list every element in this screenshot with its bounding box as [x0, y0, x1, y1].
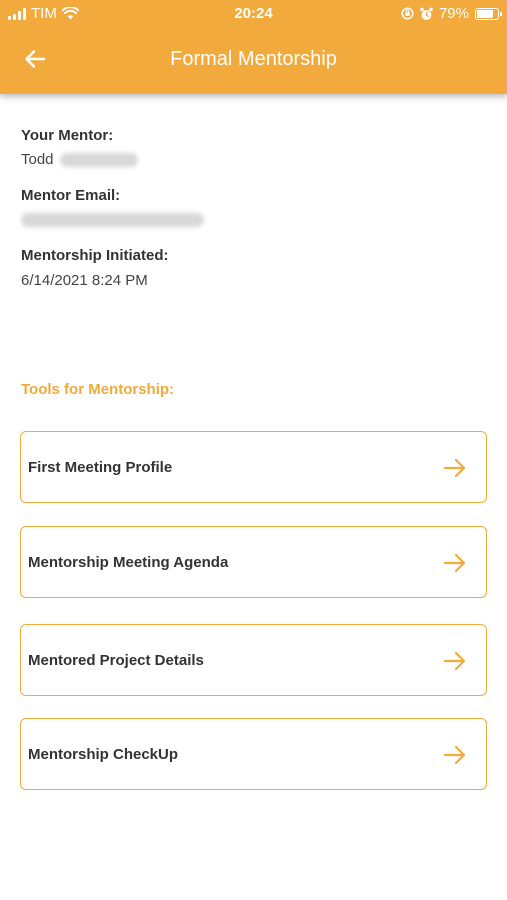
initiated-value: 6/14/2021 8:24 PM: [21, 272, 148, 289]
tool-label: First Meeting Profile: [28, 458, 173, 476]
tool-mentored-project-details[interactable]: Mentored Project Details: [20, 624, 487, 696]
tool-label: Mentorship Meeting Agenda: [28, 553, 229, 571]
mentor-label: Your Mentor:: [21, 127, 114, 144]
mentor-email: [21, 211, 204, 228]
page-title: Formal Mentorship: [170, 48, 337, 70]
redacted-last-name: [59, 153, 138, 168]
tool-label: Mentorship CheckUp: [28, 745, 179, 763]
arrow-right-icon: [443, 553, 466, 573]
arrow-right-icon: [443, 651, 466, 671]
email-label: Mentor Email:: [21, 187, 121, 204]
tool-mentorship-checkup[interactable]: Mentorship CheckUp: [20, 718, 487, 790]
battery-icon: [475, 7, 502, 20]
arrow-right-icon: [443, 458, 466, 478]
mentor-name: Todd: [21, 151, 138, 168]
tools-heading: Tools for Mentorship:: [21, 381, 175, 398]
redacted-email: [21, 213, 204, 228]
orientation-lock-icon: [401, 7, 414, 20]
mentor-first-name: Todd: [21, 151, 54, 168]
app-bar: TIM 20:24 79% Formal Mentorship: [0, 0, 507, 94]
status-right: 79%: [401, 5, 502, 22]
tool-label: Mentored Project Details: [28, 651, 204, 669]
tool-mentorship-meeting-agenda[interactable]: Mentorship Meeting Agenda: [20, 526, 487, 598]
battery-fill: [477, 9, 493, 18]
arrow-right-icon: [443, 745, 466, 765]
alarm-icon: [420, 7, 433, 20]
battery-percent: 79%: [438, 5, 469, 22]
tool-first-meeting-profile[interactable]: First Meeting Profile: [20, 431, 487, 503]
status-bar: TIM 20:24 79%: [0, 0, 507, 28]
initiated-label: Mentorship Initiated:: [21, 247, 169, 264]
